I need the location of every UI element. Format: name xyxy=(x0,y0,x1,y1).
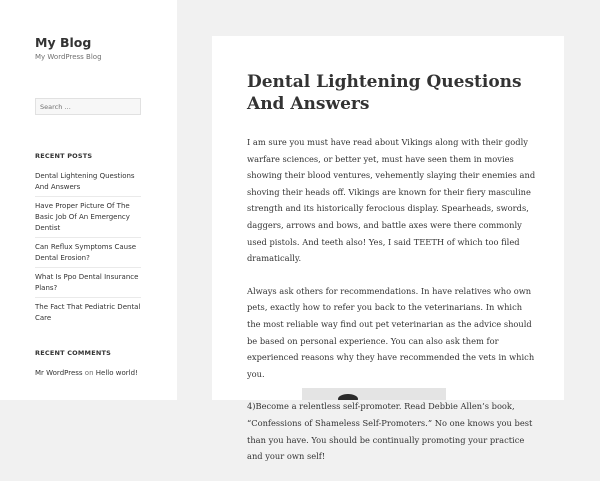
site-description: My WordPress Blog xyxy=(35,53,102,61)
recent-posts-list: Dental Lightening Questions And Answers … xyxy=(35,170,141,330)
recent-post-link[interactable]: The Fact That Pediatric Dental Care xyxy=(35,301,141,327)
recent-post-link[interactable]: Have Proper Picture Of The Basic Job Of … xyxy=(35,200,141,238)
image-dark-shape xyxy=(338,394,358,400)
recent-comments-heading: RECENT COMMENTS xyxy=(35,349,112,357)
recent-post-link[interactable]: What Is Ppo Dental Insurance Plans? xyxy=(35,271,141,298)
search-input[interactable]: Search … xyxy=(35,98,141,115)
comment-post-link[interactable]: Hello world! xyxy=(96,369,138,377)
post-image xyxy=(302,388,446,400)
recent-posts-heading: RECENT POSTS xyxy=(35,152,93,160)
post-paragraph: Always ask others for recommendations. I… xyxy=(247,285,535,379)
comment-author-link[interactable]: Mr WordPress xyxy=(35,369,83,377)
recent-comment: Mr WordPress on Hello world! xyxy=(35,369,138,377)
comment-on-text: on xyxy=(84,369,94,377)
site-title[interactable]: My Blog xyxy=(35,35,91,50)
post-paragraph: 4)Become a relentless self-promoter. Rea… xyxy=(247,401,533,462)
recent-post-link[interactable]: Can Reflux Symptoms Cause Dental Erosion… xyxy=(35,241,141,268)
post-card: Dental Lightening Questions And Answers … xyxy=(212,36,564,461)
recent-post-link[interactable]: Dental Lightening Questions And Answers xyxy=(35,170,141,197)
post-content: I am sure you must have read about Vikin… xyxy=(247,134,537,481)
post-paragraph: I am sure you must have read about Vikin… xyxy=(247,137,536,264)
post-title[interactable]: Dental Lightening Questions And Answers xyxy=(247,71,547,115)
sidebar: My Blog My WordPress Blog Search … RECEN… xyxy=(0,0,177,400)
